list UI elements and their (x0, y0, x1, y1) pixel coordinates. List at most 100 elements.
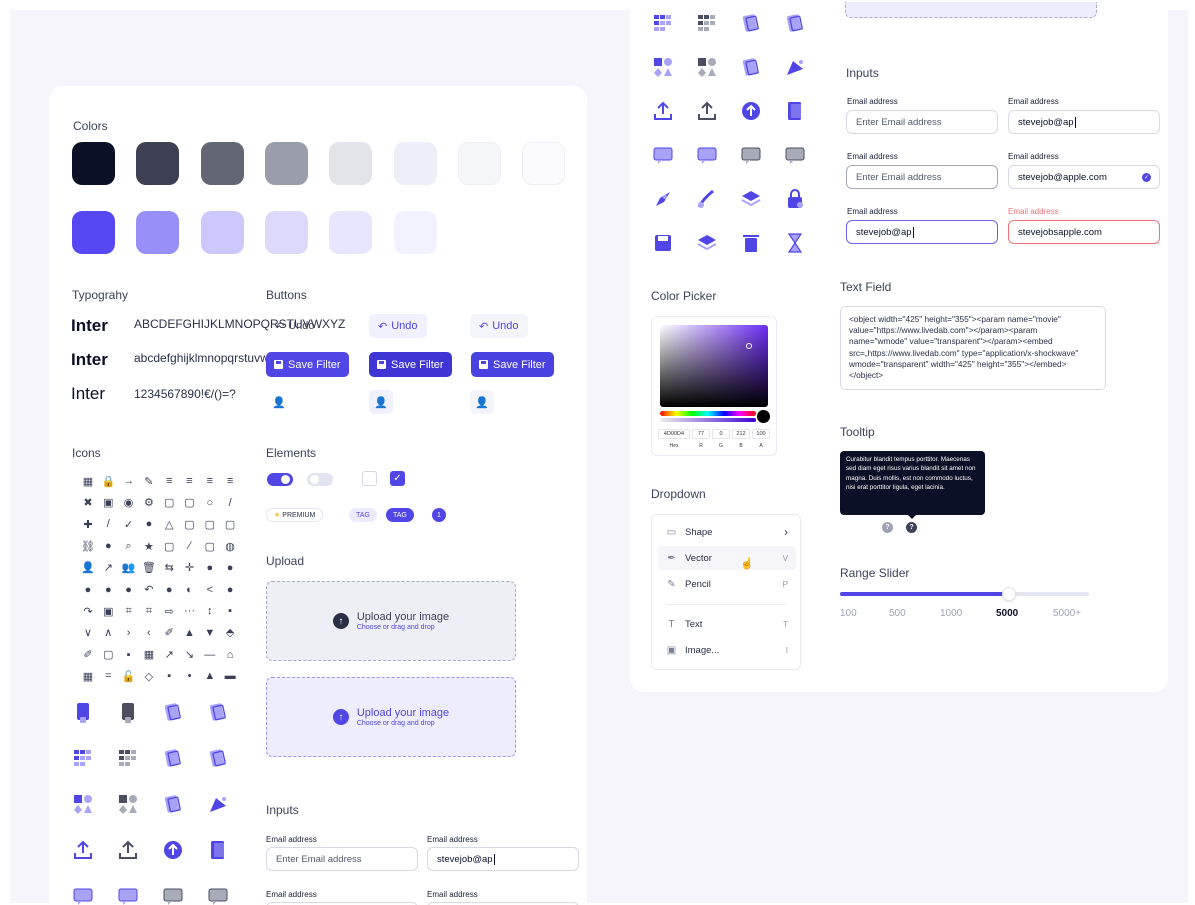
text-caret (912, 226, 914, 238)
user-icon: 👤 (272, 396, 286, 409)
brush-icon (695, 187, 719, 211)
ui-glyph-icon: ✚ (83, 518, 93, 531)
grid-icon (651, 11, 675, 35)
email-field-hover[interactable]: Enter Email address (846, 165, 998, 189)
ui-glyph-icon: ↗ (164, 649, 174, 662)
color-swatch (264, 211, 308, 254)
color-picker-title: Color Picker (651, 289, 717, 303)
input-label: Email address (427, 835, 478, 844)
email-field-focused[interactable]: stevejob@ap (846, 220, 998, 244)
color-swatch (522, 142, 566, 185)
upload-dropzone[interactable]: ↑ Upload your image Choose or drag and dr… (266, 581, 516, 661)
upload-arrow-icon: ↑ (332, 709, 349, 725)
upload-subtext[interactable]: Choose or drag and drop (357, 624, 449, 631)
color-picker[interactable]: 4D00D4 77 0 212 100 Hex R G B A (651, 316, 777, 456)
ui-glyph-icon: 🔒 (101, 475, 116, 488)
ui-glyph-icon: ⇨ (164, 605, 174, 618)
ui-glyph-icon: ≡ (226, 475, 234, 487)
color-swatch (264, 142, 308, 185)
g-field[interactable]: 0 (712, 429, 730, 439)
toggle-on[interactable] (267, 473, 293, 486)
inputs-title: Inputs (846, 66, 879, 80)
email-field-empty[interactable]: Enter Email address (266, 847, 418, 871)
email-field-empty[interactable]: Enter Email address (846, 110, 998, 134)
ui-glyph-icon: ∨ (83, 627, 93, 640)
shapes-icon (71, 792, 95, 816)
undo-button-light[interactable]: ↶ Undo (470, 314, 528, 338)
ui-glyph-icon: ‹ (147, 626, 151, 639)
email-field-typing[interactable]: stevejob@ap (1008, 110, 1160, 134)
chat-icon (71, 884, 95, 905)
upload-icon (651, 99, 675, 123)
upload-dropzone-active[interactable]: ↑ Upload your image Choose or drag and dr… (266, 677, 516, 757)
save-filter-button[interactable]: Save Filter (266, 352, 349, 377)
ui-glyph-icon: 🔓 (121, 670, 136, 683)
colors-title: Colors (73, 119, 108, 133)
ui-glyph-icon: ⌗ (145, 604, 152, 617)
shortcut-key: I (785, 645, 788, 655)
stack-icon (695, 231, 719, 255)
ui-glyph-icon: ● (226, 561, 234, 574)
shortcut-key: V (782, 553, 788, 563)
ui-glyph-icon: ▦ (82, 475, 94, 488)
range-thumb[interactable] (1002, 587, 1017, 601)
save-filter-button-hover[interactable]: Save Filter (369, 352, 452, 377)
dropdown-item-image[interactable]: ▣ Image... I (658, 638, 796, 662)
chat-icon (161, 884, 185, 905)
dropdown-item-text[interactable]: T Text T (658, 612, 796, 636)
email-field-typing[interactable]: stevejob@ap (427, 847, 579, 871)
hex-field[interactable]: 4D00D4 (658, 429, 690, 439)
shapes-icon (695, 55, 719, 79)
hue-slider[interactable] (660, 411, 756, 416)
r-field[interactable]: 77 (692, 429, 710, 439)
ui-glyph-icon: ▢ (163, 540, 175, 553)
user-icon-button[interactable]: 👤 (267, 390, 291, 414)
input-label: Email address (427, 890, 478, 899)
toggle-off[interactable] (307, 473, 333, 486)
upload-subtext[interactable]: Choose or drag and drop (357, 720, 449, 727)
upload-heading: Upload your image (356, 707, 450, 719)
text-caret (1074, 116, 1076, 128)
ui-glyph-icon: ↷ (83, 605, 93, 618)
user-icon-button-soft[interactable]: 👤 (369, 390, 393, 414)
checkbox-checked[interactable]: ✓ (390, 471, 405, 486)
alpha-slider[interactable] (660, 418, 756, 422)
code-textarea[interactable]: <object width="425" height="355"><param … (840, 306, 1106, 390)
ui-glyph-icon: ▣ (103, 497, 114, 510)
color-swatch (136, 142, 180, 185)
help-icon-active[interactable]: ? (906, 522, 917, 533)
chat-icon (783, 143, 807, 167)
dropdown-item-vector[interactable]: ✒ Vector ☝ V (658, 546, 796, 570)
undo-button-soft[interactable]: ↶ Undo (369, 314, 427, 338)
count-badge: 1 (432, 508, 446, 522)
input-label: Email address (1008, 152, 1059, 161)
a-field[interactable]: 100 (752, 429, 770, 439)
ui-glyph-icon: ✎ (144, 475, 154, 488)
email-field-error[interactable]: stevejobsapple.com (1008, 220, 1160, 244)
hourglass-icon (783, 231, 807, 255)
undo-button-ghost[interactable]: ↶ Undo (266, 314, 324, 338)
dropdown-item-shape[interactable]: ▭ Shape › (658, 520, 796, 544)
user-icon-button-light[interactable]: 👤 (470, 390, 494, 414)
range-track[interactable] (840, 592, 1089, 596)
ui-glyph-icon: › (126, 626, 131, 639)
ui-glyph-icon: ◐ (186, 583, 193, 596)
tablet-icon (783, 11, 807, 35)
typo-numbers: 1234567890!€/()=? (134, 387, 236, 401)
help-icon[interactable]: ? (882, 522, 893, 533)
upload-dropzone-cutoff[interactable] (845, 2, 1097, 18)
vector-pen-icon: ✒ (667, 552, 676, 564)
ui-glyph-icon: ··· (184, 605, 195, 618)
email-field-valid[interactable]: stevejob@apple.com ✓ (1008, 165, 1160, 189)
upload-title: Upload (266, 554, 305, 568)
save-filter-button-pressed[interactable]: Save Filter (471, 352, 554, 377)
ui-glyph-icon: ▢ (204, 518, 215, 531)
ui-glyph-icon: ⛓ (81, 540, 95, 553)
dropdown-item-pencil[interactable]: ✎ Pencil P (658, 572, 796, 596)
checkbox-unchecked[interactable] (362, 471, 377, 486)
phone-icon (71, 700, 95, 724)
save-icon (274, 360, 283, 369)
b-field[interactable]: 212 (732, 429, 750, 439)
saturation-area[interactable] (660, 325, 768, 407)
color-knob[interactable] (746, 343, 752, 349)
